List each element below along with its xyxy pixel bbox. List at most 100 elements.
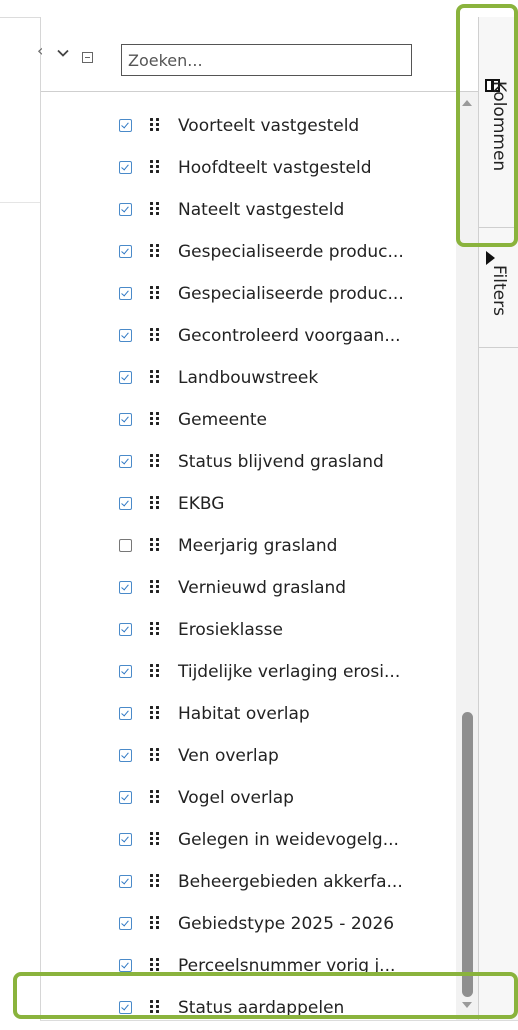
column-list-item[interactable]: Erosieklasse (41, 609, 456, 651)
column-checkbox[interactable] (119, 665, 132, 678)
column-list-item[interactable]: Vernieuwd grasland (41, 567, 456, 609)
tab-filters[interactable]: Filters (479, 227, 518, 348)
drag-handle-icon[interactable] (150, 244, 160, 258)
tab-columns-label: Kolommen (489, 81, 509, 172)
drag-handle-icon[interactable] (150, 1000, 160, 1014)
drag-handle-icon[interactable] (150, 916, 160, 930)
drag-handle-icon[interactable] (150, 622, 160, 636)
scrollbar-thumb[interactable] (462, 712, 473, 997)
column-label: Gemeente (178, 410, 268, 430)
drag-handle-icon[interactable] (150, 328, 160, 342)
column-checkbox[interactable] (119, 245, 132, 258)
column-checkbox[interactable] (119, 497, 132, 510)
column-list-item[interactable]: Nateelt vastgesteld (41, 189, 456, 231)
column-list-item[interactable]: Status aardappelen (41, 987, 456, 1020)
filter-icon (486, 251, 495, 265)
column-checkbox[interactable] (119, 917, 132, 930)
column-checkbox[interactable] (119, 413, 132, 426)
column-checkbox[interactable] (119, 539, 132, 552)
column-label: Hoofdteelt vastgesteld (178, 158, 372, 178)
search-input[interactable] (121, 44, 412, 76)
column-list-item[interactable]: Voorteelt vastgesteld (41, 105, 456, 147)
column-list: Voorteelt vastgesteld Hoofdteelt vastgest… (41, 92, 456, 1020)
scrollbar[interactable] (456, 92, 479, 1020)
divider (0, 202, 40, 203)
column-checkbox[interactable] (119, 791, 132, 804)
drag-handle-icon[interactable] (150, 958, 160, 972)
column-label: Voorteelt vastgesteld (178, 116, 360, 136)
column-label: EKBG (178, 494, 225, 514)
chevron-left-icon[interactable]: ‹ (37, 39, 51, 63)
drag-handle-icon[interactable] (150, 370, 160, 384)
drag-handle-icon[interactable] (150, 454, 160, 468)
column-label: Meerjarig grasland (178, 536, 338, 556)
column-checkbox[interactable] (119, 581, 132, 594)
column-list-item[interactable]: EKBG (41, 483, 456, 525)
drag-handle-icon[interactable] (150, 118, 160, 132)
drag-handle-icon[interactable] (150, 664, 160, 678)
column-list-item[interactable]: Gemeente (41, 399, 456, 441)
column-label: Gelegen in weidevogelg... (178, 830, 399, 850)
column-label: Perceelsnummer vorig j... (178, 956, 396, 976)
column-list-item[interactable]: Beheergebieden akkerfa... (41, 861, 456, 903)
column-list-item[interactable]: Gelegen in weidevogelg... (41, 819, 456, 861)
column-checkbox[interactable] (119, 875, 132, 888)
scroll-down-arrow-icon[interactable] (462, 1002, 472, 1008)
column-list-item[interactable]: Vogel overlap (41, 777, 456, 819)
drag-handle-icon[interactable] (150, 202, 160, 216)
column-label: Gebiedstype 2025 - 2026 (178, 914, 395, 934)
column-checkbox[interactable] (119, 707, 132, 720)
column-label: Gespecialiseerde produc... (178, 284, 404, 304)
column-list-item[interactable]: Landbouwstreek (41, 357, 456, 399)
column-checkbox[interactable] (119, 1001, 132, 1014)
tab-filters-label: Filters (489, 265, 509, 316)
column-list-item[interactable]: Tijdelijke verlaging erosi... (41, 651, 456, 693)
drag-handle-icon[interactable] (150, 874, 160, 888)
drag-handle-icon[interactable] (150, 160, 160, 174)
column-label: Nateelt vastgesteld (178, 200, 345, 220)
column-label: Habitat overlap (178, 704, 310, 724)
column-checkbox[interactable] (119, 161, 132, 174)
drag-handle-icon[interactable] (150, 496, 160, 510)
chevron-down-icon[interactable] (57, 47, 69, 59)
column-list-item[interactable]: Hoofdteelt vastgesteld (41, 147, 456, 189)
drag-handle-icon[interactable] (150, 538, 160, 552)
grid-edge (0, 0, 40, 1030)
scroll-up-arrow-icon[interactable] (462, 100, 472, 106)
select-all-checkbox[interactable] (82, 52, 93, 63)
column-checkbox[interactable] (119, 329, 132, 342)
drag-handle-icon[interactable] (150, 832, 160, 846)
column-checkbox[interactable] (119, 959, 132, 972)
column-list-item[interactable]: Gebiedstype 2025 - 2026 (41, 903, 456, 945)
column-label: Status aardappelen (178, 998, 345, 1018)
divider (40, 1020, 518, 1021)
column-checkbox[interactable] (119, 455, 132, 468)
column-list-item[interactable]: Gecontroleerd voorgaan... (41, 315, 456, 357)
drag-handle-icon[interactable] (150, 706, 160, 720)
column-label: Tijdelijke verlaging erosi... (178, 662, 401, 682)
column-checkbox[interactable] (119, 749, 132, 762)
column-list-item[interactable]: Habitat overlap (41, 693, 456, 735)
drag-handle-icon[interactable] (150, 580, 160, 594)
column-checkbox[interactable] (119, 623, 132, 636)
column-label: Gecontroleerd voorgaan... (178, 326, 401, 346)
drag-handle-icon[interactable] (150, 286, 160, 300)
column-checkbox[interactable] (119, 833, 132, 846)
column-list-item[interactable]: Gespecialiseerde produc... (41, 231, 456, 273)
column-list-item[interactable]: Meerjarig grasland (41, 525, 456, 567)
drag-handle-icon[interactable] (150, 412, 160, 426)
column-label: Status blijvend grasland (178, 452, 384, 472)
column-checkbox[interactable] (119, 371, 132, 384)
column-list-item[interactable]: Ven overlap (41, 735, 456, 777)
column-list-item[interactable]: Perceelsnummer vorig j... (41, 945, 456, 987)
column-label: Vogel overlap (178, 788, 294, 808)
column-list-item[interactable]: Gespecialiseerde produc... (41, 273, 456, 315)
column-checkbox[interactable] (119, 203, 132, 216)
divider (0, 17, 40, 18)
tab-columns[interactable]: Kolommen (479, 17, 518, 228)
drag-handle-icon[interactable] (150, 790, 160, 804)
drag-handle-icon[interactable] (150, 748, 160, 762)
column-list-item[interactable]: Status blijvend grasland (41, 441, 456, 483)
column-checkbox[interactable] (119, 119, 132, 132)
column-checkbox[interactable] (119, 287, 132, 300)
